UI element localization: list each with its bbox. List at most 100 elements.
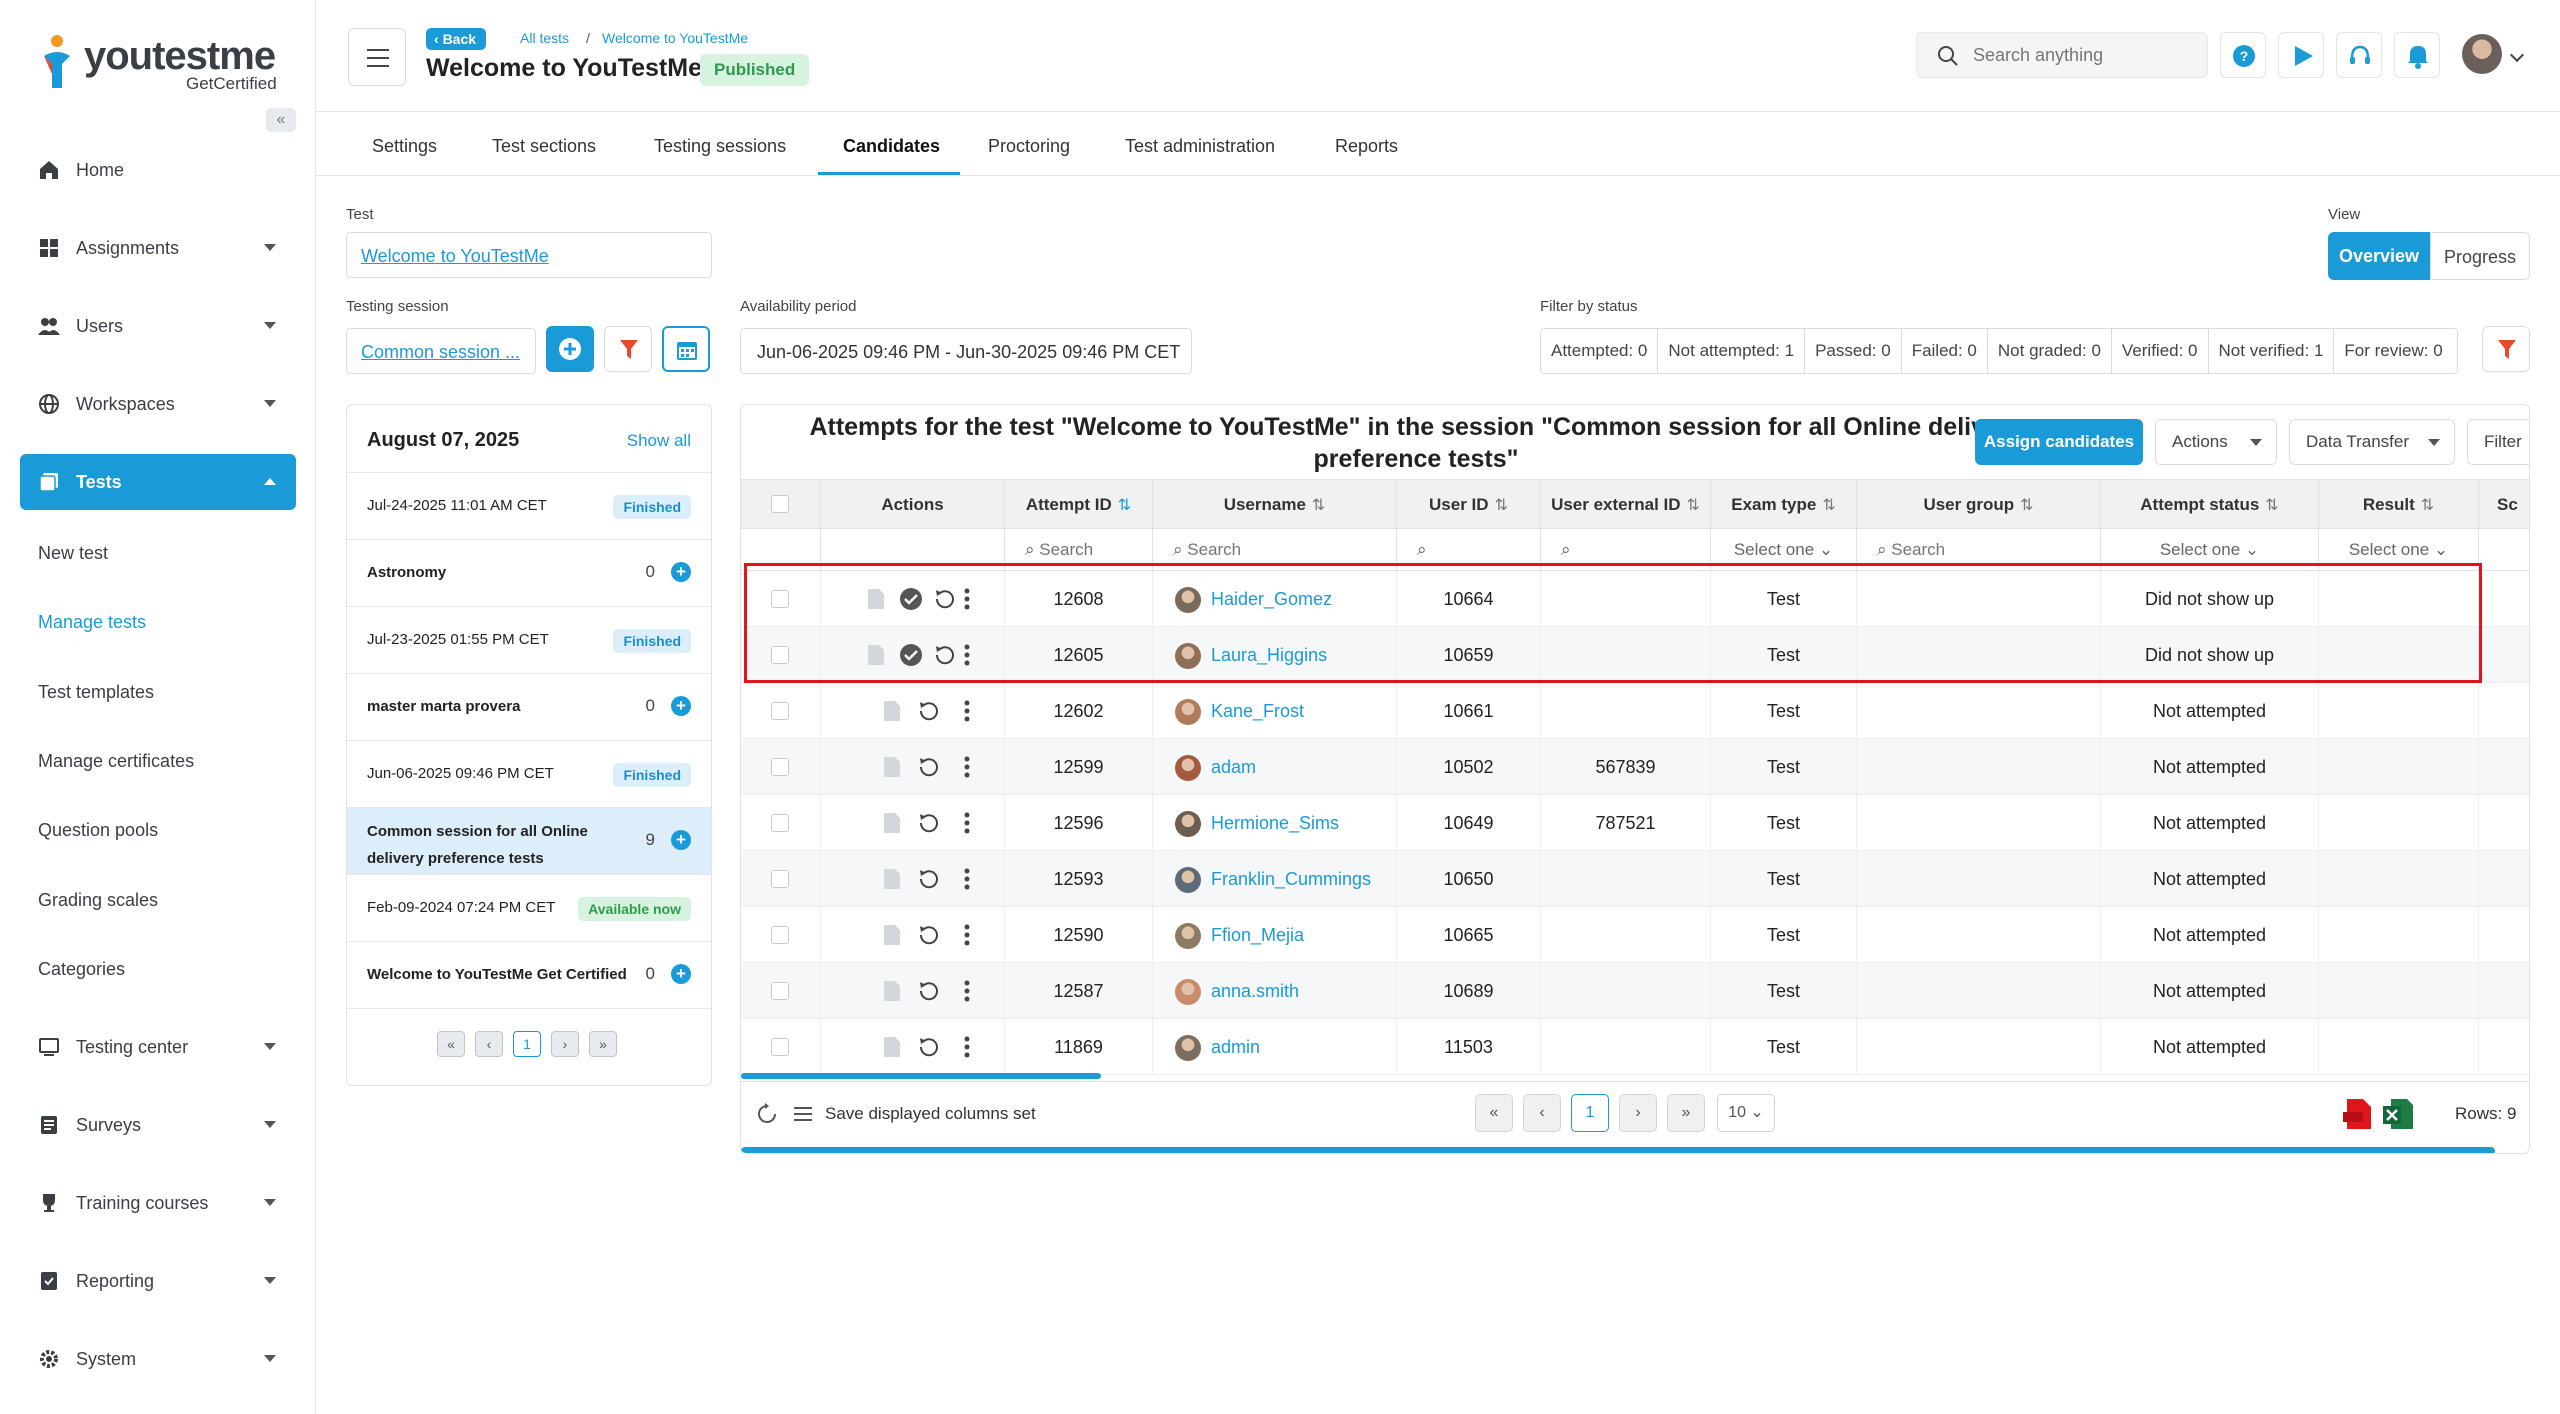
sort-icon[interactable]: ⇅: [1312, 497, 1325, 514]
table-row[interactable]: 12608 Haider_Gomez 10664 Test Did not show u…: [741, 571, 2529, 627]
sidebar-sub-grading-scales[interactable]: Grading scales: [38, 890, 158, 911]
username-filter[interactable]: ⌕: [1153, 529, 1397, 571]
data-transfer-dropdown[interactable]: Data Transfer: [2289, 419, 2455, 465]
result-select[interactable]: Select one ⌄: [2319, 529, 2479, 571]
status-not-attempted[interactable]: Not attempted: 1: [1658, 329, 1806, 373]
last-page-button[interactable]: »: [589, 1031, 617, 1057]
session-group-row[interactable]: Jul-23-2025 01:55 PM CET Finished: [347, 606, 711, 673]
more-options-icon[interactable]: [963, 924, 971, 946]
reset-icon[interactable]: [917, 699, 941, 723]
username-link[interactable]: admin: [1211, 1037, 1260, 1057]
reset-icon[interactable]: [917, 923, 941, 947]
tab-reports[interactable]: Reports: [1335, 136, 1398, 157]
pdf-export-icon[interactable]: [2343, 1098, 2373, 1130]
page-scrollbar[interactable]: [741, 1147, 2495, 1153]
document-icon[interactable]: [867, 644, 885, 666]
session-group-row[interactable]: Jun-06-2025 09:46 PM CET Finished: [347, 740, 711, 807]
tab-proctoring[interactable]: Proctoring: [988, 136, 1070, 157]
check-circle-icon[interactable]: [899, 587, 923, 611]
testing-session-field[interactable]: Common session ...: [346, 328, 536, 374]
status-failed[interactable]: Failed: 0: [1902, 329, 1988, 373]
sort-icon[interactable]: ⇅: [1687, 497, 1700, 514]
logo[interactable]: youtestme GetCertified: [40, 30, 280, 94]
col-exam-type[interactable]: Exam type ⇅: [1711, 480, 1857, 530]
hamburger-menu-button[interactable]: [348, 28, 406, 86]
support-button[interactable]: [2336, 32, 2382, 78]
tab-settings[interactable]: Settings: [372, 136, 437, 157]
next-page-button[interactable]: ›: [551, 1031, 579, 1057]
refresh-icon[interactable]: [755, 1102, 779, 1126]
tab-testing-sessions[interactable]: Testing sessions: [654, 136, 786, 157]
session-row[interactable]: Welcome to YouTestMe Get Certified 0 +: [347, 941, 711, 1008]
sidebar-sub-new-test[interactable]: New test: [38, 543, 108, 564]
first-page-button[interactable]: «: [1475, 1094, 1513, 1132]
search-input[interactable]: [1973, 33, 2193, 77]
add-session-button[interactable]: [546, 326, 594, 372]
prev-page-button[interactable]: ‹: [1523, 1094, 1561, 1132]
col-user-external-id[interactable]: User external ID ⇅: [1541, 480, 1711, 530]
row-checkbox[interactable]: [771, 1038, 789, 1056]
show-all-link[interactable]: Show all: [627, 431, 691, 451]
row-checkbox[interactable]: [771, 702, 789, 720]
add-icon[interactable]: +: [671, 964, 691, 984]
sort-icon[interactable]: ⇅: [2020, 497, 2033, 514]
sidebar-sub-manage-tests[interactable]: Manage tests: [38, 612, 146, 633]
assign-candidates-button[interactable]: Assign candidates: [1975, 419, 2143, 465]
play-button[interactable]: [2278, 32, 2324, 78]
more-options-icon[interactable]: [963, 700, 971, 722]
calendar-button[interactable]: [662, 326, 710, 372]
table-row[interactable]: 12596 Hermione_Sims 10649 787521 Test Not att…: [741, 795, 2529, 851]
status-filter-button[interactable]: [2482, 326, 2530, 372]
attempt-status-select[interactable]: Select one ⌄: [2101, 529, 2319, 571]
sidebar-sub-question-pools[interactable]: Question pools: [38, 820, 158, 841]
select-all-checkbox[interactable]: [771, 495, 789, 513]
actions-dropdown[interactable]: Actions: [2155, 419, 2277, 465]
current-page[interactable]: 1: [1571, 1094, 1609, 1132]
table-row[interactable]: 11869 admin 11503 Test Not attempted: [741, 1019, 2529, 1075]
sidebar-item-assignments[interactable]: Assignments: [20, 220, 296, 276]
add-icon[interactable]: +: [671, 562, 691, 582]
sidebar-item-tests[interactable]: Tests: [20, 454, 296, 510]
sidebar-item-training-courses[interactable]: Training courses: [20, 1175, 296, 1231]
sort-icon[interactable]: ⇅: [1495, 497, 1508, 514]
username-link[interactable]: anna.smith: [1211, 981, 1299, 1001]
reset-icon[interactable]: [917, 979, 941, 1003]
page-size-select[interactable]: 10 ⌄: [1717, 1094, 1775, 1132]
row-checkbox[interactable]: [771, 758, 789, 776]
username-link[interactable]: Laura_Higgins: [1211, 645, 1327, 665]
col-user-group[interactable]: User group ⇅: [1857, 480, 2101, 530]
more-options-icon[interactable]: [963, 812, 971, 834]
row-checkbox[interactable]: [771, 926, 789, 944]
session-filter-button[interactable]: [604, 326, 652, 372]
attempt-id-search-input[interactable]: [1039, 540, 1130, 560]
sidebar-item-users[interactable]: Users: [20, 298, 296, 354]
document-icon[interactable]: [883, 756, 901, 778]
user-id-filter[interactable]: ⌕: [1397, 529, 1541, 571]
sidebar-sub-manage-certificates[interactable]: Manage certificates: [38, 751, 194, 772]
tab-test-sections[interactable]: Test sections: [492, 136, 596, 157]
add-icon[interactable]: +: [671, 830, 691, 850]
sort-icon[interactable]: ⇅: [2265, 497, 2278, 514]
sidebar-sub-test-templates[interactable]: Test templates: [38, 682, 154, 703]
session-row-selected[interactable]: Common session for all Online delivery p…: [347, 807, 711, 874]
session-group-row[interactable]: Feb-09-2024 07:24 PM CET Available now: [347, 874, 711, 941]
username-search-input[interactable]: [1187, 540, 1298, 560]
first-page-button[interactable]: «: [437, 1031, 465, 1057]
session-row[interactable]: master marta provera 0 +: [347, 673, 711, 740]
table-row[interactable]: 12587 anna.smith 10689 Test Not attempted: [741, 963, 2529, 1019]
status-attempted[interactable]: Attempted: 0: [1541, 329, 1659, 373]
sort-icon[interactable]: ⇅: [1822, 497, 1835, 514]
username-link[interactable]: adam: [1211, 757, 1256, 777]
document-icon[interactable]: [883, 924, 901, 946]
status-not-graded[interactable]: Not graded: 0: [1988, 329, 2112, 373]
reset-icon[interactable]: [933, 643, 957, 667]
more-options-icon[interactable]: [963, 980, 971, 1002]
notifications-button[interactable]: [2394, 32, 2440, 78]
document-icon[interactable]: [883, 1036, 901, 1058]
testing-session-link[interactable]: Common session ...: [361, 342, 520, 363]
current-page[interactable]: 1: [513, 1031, 541, 1057]
col-score[interactable]: Sc: [2479, 480, 2529, 530]
more-options-icon[interactable]: [963, 644, 971, 666]
col-user-id[interactable]: User ID ⇅: [1397, 480, 1541, 530]
document-icon[interactable]: [883, 980, 901, 1002]
